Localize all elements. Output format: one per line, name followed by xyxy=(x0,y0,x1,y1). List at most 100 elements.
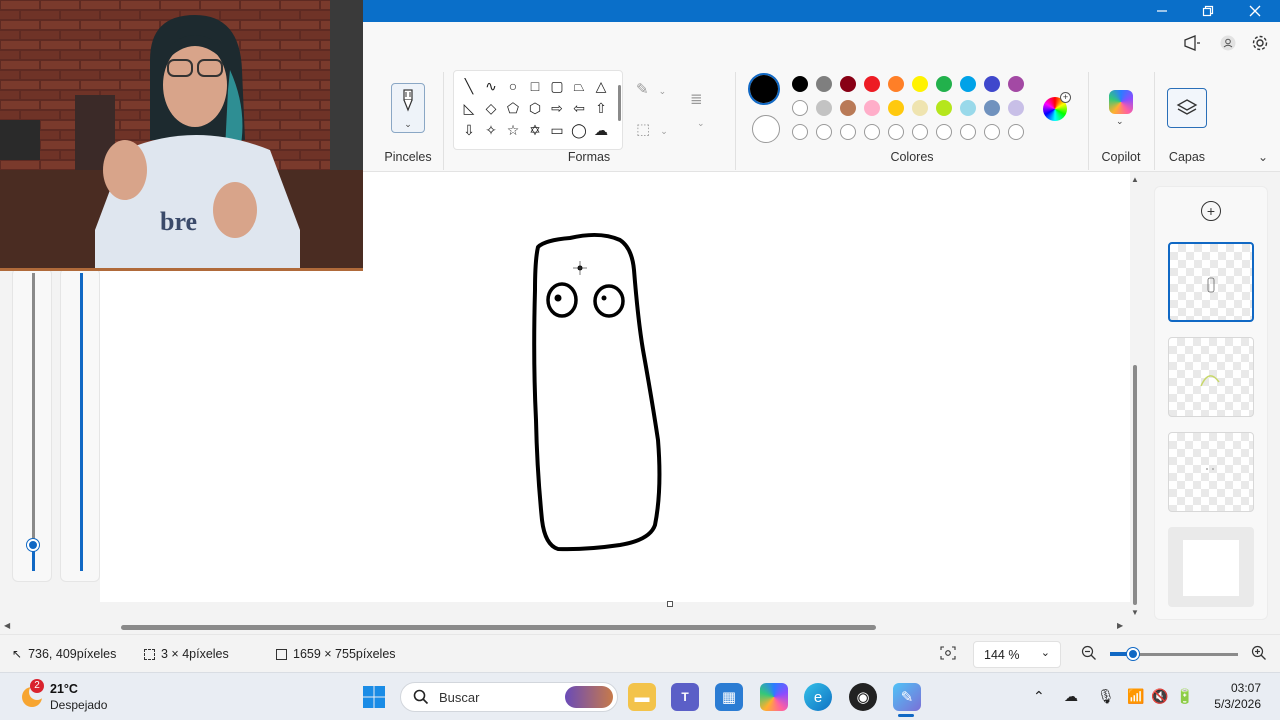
custom-color-slot[interactable] xyxy=(1008,124,1024,140)
custom-color-slot[interactable] xyxy=(984,124,1000,140)
volume-button[interactable]: 🔇 xyxy=(1151,688,1168,705)
copilot-icon[interactable] xyxy=(1109,90,1133,114)
scroll-down-icon[interactable]: ▼ xyxy=(1131,608,1139,617)
store-button[interactable]: ▦ xyxy=(715,683,743,711)
outline-button[interactable]: ✎ ⌄ xyxy=(636,80,666,98)
paint-button[interactable]: ✎ xyxy=(893,683,921,711)
tray-app-icon[interactable]: ☁ xyxy=(1064,688,1078,705)
six-point-star-shape-icon[interactable]: ✡ xyxy=(524,119,546,141)
diamond-shape-icon[interactable]: ◇ xyxy=(480,97,502,119)
weather-widget[interactable]: 2 xyxy=(18,679,46,709)
color-swatch[interactable] xyxy=(960,76,976,92)
up-arrow-shape-icon[interactable]: ⇧ xyxy=(590,97,612,119)
curve-shape-icon[interactable]: ∿ xyxy=(480,75,502,97)
color-swatch[interactable] xyxy=(936,100,952,116)
custom-color-slot[interactable] xyxy=(792,124,808,140)
clock[interactable]: 03:07 5/3/2026 xyxy=(1213,681,1261,711)
restore-button[interactable] xyxy=(1185,0,1231,22)
line-width-button[interactable]: ≣ xyxy=(690,90,703,108)
fill-button[interactable]: ⬚ ⌄ xyxy=(636,120,668,138)
vertical-scrollbar[interactable]: ▲ ▼ xyxy=(1131,175,1139,620)
scroll-right-icon[interactable]: ▶ xyxy=(1117,621,1123,630)
color-swatch[interactable] xyxy=(792,76,808,92)
horizontal-scrollbar[interactable]: ◀ ▶ xyxy=(0,620,1130,634)
color-swatch[interactable] xyxy=(936,76,952,92)
layer-thumbnail[interactable] xyxy=(1168,432,1254,512)
right-arrow-shape-icon[interactable]: ⇨ xyxy=(546,97,568,119)
color-swatch[interactable] xyxy=(840,100,856,116)
line-shape-icon[interactable]: ╲ xyxy=(458,75,480,97)
obs-button[interactable]: ◉ xyxy=(849,683,877,711)
color-swatch[interactable] xyxy=(816,100,832,116)
custom-color-slot[interactable] xyxy=(864,124,880,140)
layer-thumbnail[interactable] xyxy=(1168,337,1254,417)
color-swatch[interactable] xyxy=(840,76,856,92)
speech-bubble-oval-shape-icon[interactable]: ◯ xyxy=(568,119,590,141)
color-swatch[interactable] xyxy=(888,76,904,92)
fit-to-window-button[interactable] xyxy=(940,646,956,663)
scroll-left-icon[interactable]: ◀ xyxy=(4,621,10,630)
edit-colors-button[interactable]: + xyxy=(1043,92,1071,121)
custom-color-slot[interactable] xyxy=(936,124,952,140)
layer-thumbnail[interactable] xyxy=(1168,242,1254,322)
four-point-star-shape-icon[interactable]: ✧ xyxy=(480,119,502,141)
color-swatch[interactable] xyxy=(984,76,1000,92)
color-swatch[interactable] xyxy=(984,100,1000,116)
rectangle-shape-icon[interactable]: □ xyxy=(524,75,546,97)
oval-shape-icon[interactable]: ○ xyxy=(502,75,524,97)
color-swatch[interactable] xyxy=(864,100,880,116)
five-point-star-shape-icon[interactable]: ☆ xyxy=(502,119,524,141)
battery-button[interactable]: 🔋 xyxy=(1176,688,1193,705)
zoom-select[interactable]: 144 % ⌄ xyxy=(973,641,1061,668)
taskbar-search[interactable]: Buscar xyxy=(400,682,618,712)
share-button[interactable] xyxy=(1181,32,1203,54)
vertical-scroll-thumb[interactable] xyxy=(1133,365,1137,605)
shapes-scrollbar[interactable] xyxy=(618,85,621,121)
edge-button[interactable]: e xyxy=(804,683,832,711)
custom-color-slot[interactable] xyxy=(840,124,856,140)
scroll-up-icon[interactable]: ▲ xyxy=(1131,175,1139,184)
pentagon-shape-icon[interactable]: ⬠ xyxy=(502,97,524,119)
custom-color-slot[interactable] xyxy=(912,124,928,140)
secondary-color[interactable] xyxy=(752,115,780,143)
right-triangle-shape-icon[interactable]: ◺ xyxy=(458,97,480,119)
left-arrow-shape-icon[interactable]: ⇦ xyxy=(568,97,590,119)
add-layer-button[interactable]: + xyxy=(1201,201,1221,221)
close-button[interactable] xyxy=(1232,0,1278,22)
down-arrow-shape-icon[interactable]: ⇩ xyxy=(458,119,480,141)
polygon-shape-icon[interactable]: ⏢ xyxy=(568,75,590,97)
color-swatch[interactable] xyxy=(912,100,928,116)
settings-button[interactable] xyxy=(1249,32,1271,54)
layer-thumbnail[interactable] xyxy=(1168,527,1254,607)
zoom-in-button[interactable] xyxy=(1251,645,1267,664)
rounded-rectangle-shape-icon[interactable]: ▢ xyxy=(546,75,568,97)
color-swatch[interactable] xyxy=(1008,76,1024,92)
triangle-shape-icon[interactable]: △ xyxy=(590,75,612,97)
custom-color-slot[interactable] xyxy=(888,124,904,140)
color-swatch[interactable] xyxy=(816,76,832,92)
zoom-out-button[interactable] xyxy=(1081,645,1097,664)
brush-size-track[interactable] xyxy=(32,273,35,543)
teams-button[interactable]: T xyxy=(671,683,699,711)
start-button[interactable] xyxy=(360,683,388,711)
microphone-button[interactable]: 🎙 xyxy=(1097,688,1115,705)
color-swatch[interactable] xyxy=(864,76,880,92)
color-swatch[interactable] xyxy=(792,100,808,116)
custom-color-slot[interactable] xyxy=(816,124,832,140)
primary-color[interactable] xyxy=(750,75,778,103)
speech-bubble-cloud-shape-icon[interactable]: ☁ xyxy=(590,119,612,141)
tray-overflow-button[interactable]: ⌃ xyxy=(1033,688,1045,705)
layers-button[interactable] xyxy=(1167,88,1207,128)
color-swatch[interactable] xyxy=(960,100,976,116)
custom-color-slot[interactable] xyxy=(960,124,976,140)
brushes-button[interactable]: ⌄ xyxy=(391,83,425,133)
speech-bubble-rect-shape-icon[interactable]: ▭ xyxy=(546,119,568,141)
copilot-taskbar-button[interactable] xyxy=(760,683,788,711)
horizontal-scroll-thumb[interactable] xyxy=(121,625,876,630)
opacity-fill[interactable] xyxy=(80,273,83,571)
zoom-slider-knob[interactable] xyxy=(1127,648,1139,660)
minimize-button[interactable] xyxy=(1139,0,1185,22)
network-button[interactable]: 📶 xyxy=(1127,688,1144,705)
file-explorer-button[interactable]: ▬ xyxy=(628,683,656,711)
color-swatch[interactable] xyxy=(912,76,928,92)
